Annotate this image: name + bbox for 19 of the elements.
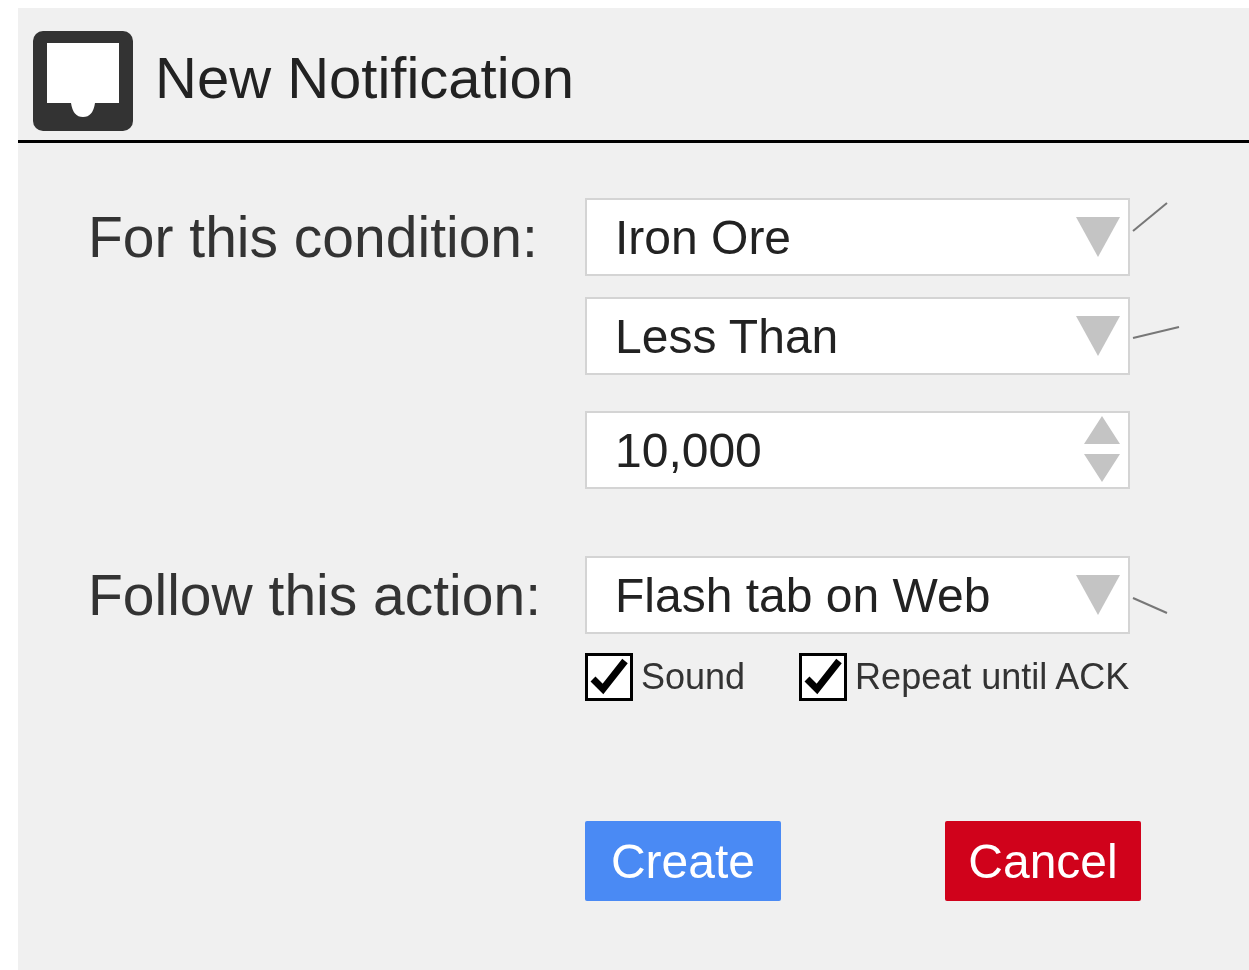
- dropdown[interactable]: Flash tab on Web: [585, 556, 1130, 634]
- caret-icon: [1076, 217, 1120, 257]
- inbox-tray-icon: [33, 31, 133, 131]
- dropdown[interactable]: Iron Ore: [585, 198, 1130, 276]
- caret-icon: [1076, 316, 1120, 356]
- caret-icon: [1076, 575, 1120, 615]
- checkbox[interactable]: [799, 653, 848, 701]
- dropdown[interactable]: Less Than: [585, 297, 1130, 375]
- window-title: New Notification: [155, 49, 575, 107]
- checkbox-label: Sound: [641, 656, 746, 698]
- checkbox[interactable]: [585, 653, 633, 701]
- leader-line: [1132, 202, 1168, 232]
- leader-line: [1132, 325, 1180, 339]
- checkbox-label: Repeat until ACK: [855, 656, 1130, 698]
- action-label: Follow this action:: [88, 562, 542, 629]
- cancel-button[interactable]: Cancel: [945, 821, 1141, 901]
- leader-line: [1132, 596, 1168, 614]
- condition-label: For this condition:: [88, 204, 538, 271]
- number-field[interactable]: 10,000: [585, 411, 1130, 489]
